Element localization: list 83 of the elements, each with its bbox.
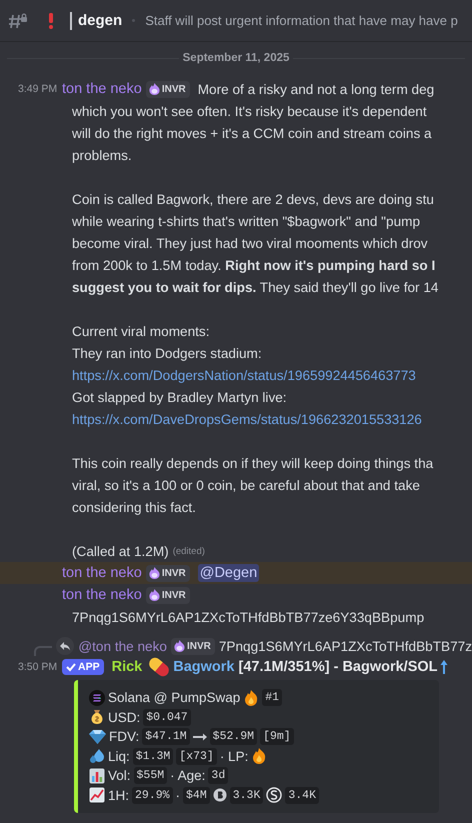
- code-text: $1.3M: [132, 748, 174, 765]
- up-arrow-icon: [440, 659, 448, 675]
- message-text: considering this fact.: [72, 500, 196, 514]
- message-text: from 200k to 1.5M today. Right now it's pumping hard so I: [72, 258, 436, 272]
- embed-text: Solana @ PumpSwap: [108, 690, 240, 706]
- flame-icon: [174, 640, 185, 652]
- message-text: 7Pnqg1S6MYrL6AP1ZXcToTHfdBbTB77ze6Y33qBBpump: [72, 610, 424, 624]
- code-text: $0.047: [143, 708, 191, 726]
- edited-label: (edited): [172, 546, 205, 556]
- link[interactable]: Bagwork: [173, 659, 234, 675]
- username[interactable]: ton the neko: [62, 81, 142, 97]
- embed-text: · LP:: [220, 748, 248, 764]
- username[interactable]: ton the neko: [62, 565, 142, 581]
- date-divider: September 11, 2025: [182, 52, 290, 64]
- message-text: problems.: [72, 148, 132, 162]
- flame-icon: [148, 83, 160, 95]
- username[interactable]: Rick: [112, 659, 142, 675]
- code-text: 3.4K: [285, 786, 319, 804]
- code-text: [x73]: [176, 748, 217, 765]
- timestamp: 3:49 PM: [18, 83, 58, 95]
- channel-name: degen: [78, 12, 122, 29]
- exclamation-icon: [48, 12, 54, 28]
- message-text: which you won't see often. It's risky because it's dependent: [72, 104, 427, 118]
- role-tag-label: INVR: [186, 640, 211, 652]
- pill-icon: [148, 657, 170, 677]
- message-text: This coin really depends on if they will keep doing things tha: [72, 456, 434, 470]
- message-text: suggest you to wait for dips. They said they'll go live for 14: [72, 280, 438, 294]
- money-bag-icon: [89, 709, 105, 726]
- fire-icon: [243, 690, 260, 706]
- role-tag-label: INVR: [162, 590, 186, 600]
- code-text: $4M: [183, 786, 210, 804]
- message-text: Current viral moments:: [72, 324, 210, 338]
- droplets-icon: [89, 748, 105, 764]
- embed-text: FDV:: [109, 729, 140, 744]
- embed-text: Liq:: [108, 748, 130, 764]
- solana-icon: [89, 690, 105, 706]
- code-text: $52.9M: [210, 728, 258, 746]
- embed-text: 1H:: [108, 788, 130, 803]
- reply-username[interactable]: @ton the neko: [78, 638, 167, 654]
- role-tag-label: INVR: [162, 84, 186, 94]
- message-text: while wearing t-shirts that's written "$bagwork" and "pump: [72, 214, 420, 228]
- message-text: They ran into Dodgers stadium:: [72, 346, 262, 360]
- gem-icon: [89, 729, 106, 744]
- reply-preview[interactable]: 7Pnqg1S6MYrL6AP1ZXcToTHfdBbTB77z: [218, 638, 472, 654]
- message-text: Got slapped by Bradley Martyn live:: [72, 390, 287, 404]
- message-text: viral, so it's a 100 or 0 coin, be careful about that and take: [72, 478, 420, 492]
- role-tag-label: INVR: [162, 568, 186, 578]
- message-text: (Called at 1.2M): [72, 544, 169, 558]
- fire-icon: [251, 748, 268, 764]
- check-icon: [66, 662, 76, 672]
- flame-icon: [148, 589, 160, 601]
- message-title: [47.1M/351%] - Bagwork/SOL: [238, 659, 438, 675]
- embed-text: · Age:: [170, 768, 206, 784]
- bar-chart-icon: [89, 768, 105, 784]
- channel-topic: Staff will post urgent information that have may have p: [145, 13, 458, 28]
- right-arrow-icon: [192, 732, 207, 742]
- code-text: $55M: [134, 767, 168, 784]
- app-tag-label: APP: [78, 661, 100, 673]
- code-text: #1: [262, 689, 282, 706]
- coin-icon: [212, 788, 227, 802]
- message-text: become viral. They just had two viral mooments which drov: [72, 236, 428, 250]
- flame-icon: [148, 567, 160, 579]
- timestamp: 3:50 PM: [18, 661, 58, 673]
- chart-up-icon: [89, 787, 105, 804]
- link[interactable]: https://x.com/DaveDropsGems/status/1966232015533126: [72, 412, 422, 426]
- message-text: will do the right moves + it's a CCM coin and stream coins a: [72, 126, 432, 140]
- code-text: 29.9%: [132, 786, 173, 804]
- reply-connector: [34, 646, 52, 656]
- reply-icon: [56, 637, 74, 655]
- code-text: [9m]: [260, 728, 294, 746]
- embed-text: USD:: [108, 710, 140, 725]
- code-text: 3.3K: [230, 786, 264, 804]
- username[interactable]: ton the neko: [62, 587, 142, 603]
- hash-lock-icon: [8, 12, 28, 28]
- link[interactable]: https://x.com/DodgersNation/status/19659924456463773: [72, 368, 416, 382]
- code-text: 3d: [208, 767, 228, 784]
- embed-text: ·: [176, 788, 180, 803]
- message-text: More of a risky and not a long term deg: [198, 82, 434, 96]
- embed-text: Vol:: [108, 768, 131, 784]
- mention[interactable]: @Degen: [198, 564, 260, 582]
- code-text: $47.1M: [142, 728, 190, 746]
- s-circle-icon: [266, 787, 282, 804]
- message-text: Coin is called Bagwork, there are 2 devs, devs are doing stu: [72, 192, 434, 206]
